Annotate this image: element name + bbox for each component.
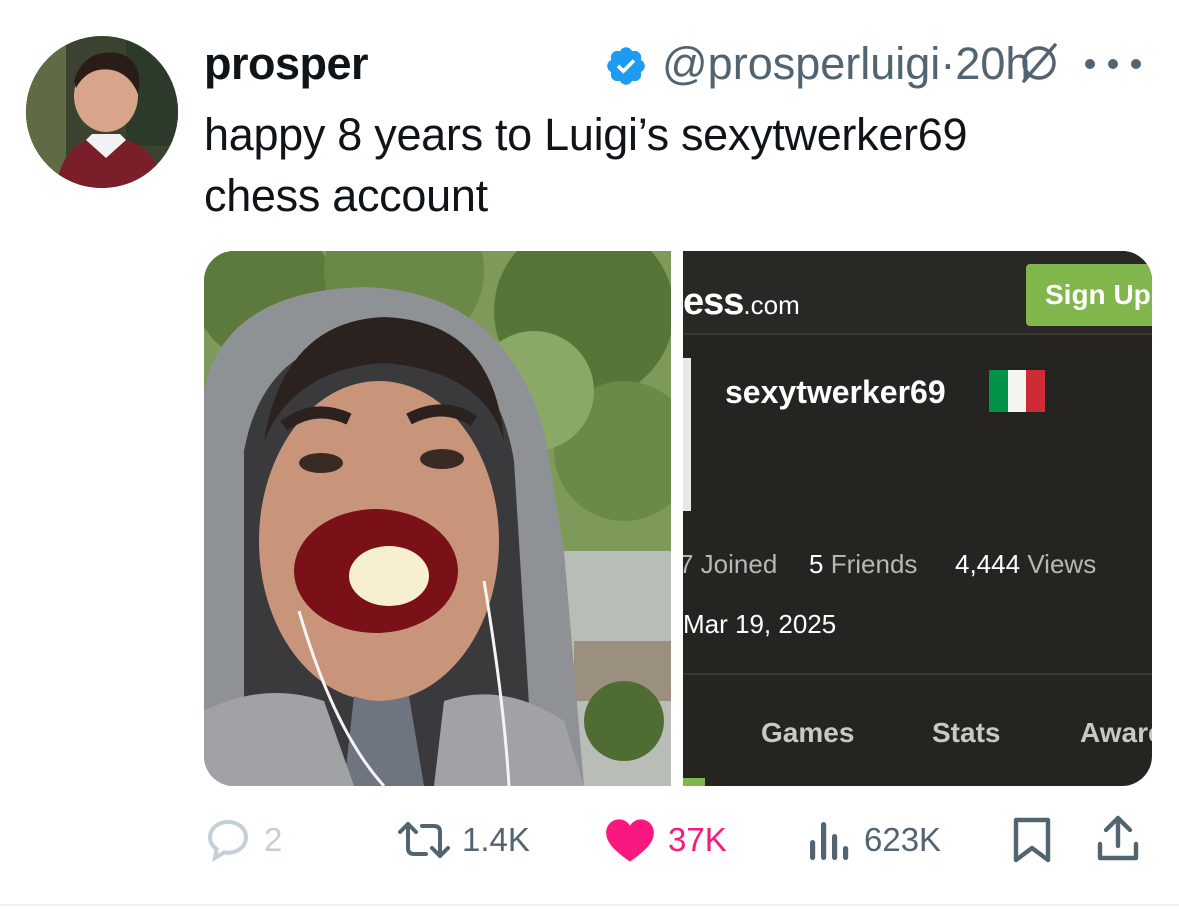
verified-badge-icon	[607, 47, 645, 85]
chess-top-bar: ess.com Sign Up	[683, 251, 1152, 335]
author-handle-and-time[interactable]: @prosperluigi·20h	[662, 38, 1030, 90]
chess-logo: ess.com	[683, 281, 800, 324]
reply-button[interactable]: 2	[204, 812, 282, 868]
retweet-count: 1.4K	[462, 821, 530, 858]
sign-up-button: Sign Up	[1026, 264, 1152, 326]
like-button[interactable]: 37K	[604, 812, 727, 868]
views-button[interactable]: 623K	[808, 812, 941, 868]
chess-joined-label: 7 Joined	[683, 549, 778, 579]
reply-count: 2	[264, 821, 283, 858]
chess-tab-indicator	[683, 778, 705, 786]
tweet-media: ess.com Sign Up sexytwerker69 7 Joined 5…	[204, 251, 1152, 786]
selfie-image	[204, 251, 671, 786]
views-icon	[810, 822, 849, 860]
reply-icon	[207, 819, 249, 863]
tweet-header: prosper @prosperluigi·20h	[204, 36, 1154, 92]
like-count: 37K	[668, 821, 727, 858]
chess-avatar-edge	[683, 358, 691, 511]
media-photo-selfie[interactable]	[204, 251, 671, 786]
tweet-text: happy 8 years to Luigi’s sexytwerker69 c…	[204, 104, 1134, 226]
chess-tab-games: Games	[761, 717, 855, 748]
media-chess-screenshot[interactable]: ess.com Sign Up sexytwerker69 7 Joined 5…	[683, 251, 1152, 786]
chess-logo-suffix: .com	[743, 290, 800, 320]
tweet-action-bar: 2 1.4K 37K 623K	[204, 812, 1154, 868]
chess-joined-date: Mar 19, 2025	[683, 609, 837, 639]
chess-tab-awards: Aware	[1080, 717, 1152, 748]
share-icon[interactable]	[1096, 814, 1140, 864]
author-handle: @prosperluigi	[662, 38, 941, 89]
views-label: Views	[1027, 549, 1097, 579]
author-name[interactable]: prosper	[204, 38, 369, 90]
retweet-icon	[398, 822, 450, 858]
views-count: 4,444	[955, 549, 1021, 579]
retweet-button[interactable]: 1.4K	[398, 812, 530, 868]
tweet-bottom-border	[0, 904, 1179, 906]
author-avatar[interactable]	[26, 36, 178, 188]
more-icon[interactable]	[1082, 56, 1144, 72]
chess-logo-main: ess	[683, 281, 744, 323]
separator-dot: ·	[940, 38, 956, 89]
chess-username: sexytwerker69	[725, 374, 946, 410]
heart-icon	[606, 819, 654, 862]
friends-count: 5	[809, 549, 824, 579]
italy-flag-icon	[987, 368, 1047, 414]
bookmark-icon[interactable]	[1012, 816, 1052, 864]
chess-tab-divider	[683, 673, 1152, 675]
views-count: 623K	[864, 821, 942, 858]
grok-icon[interactable]	[1017, 41, 1061, 85]
tweet-text-line-2: chess account	[204, 170, 488, 221]
chess-views-stat: 4,444 Views	[955, 549, 1096, 580]
chess-friends-stat: 5 Friends	[809, 549, 917, 580]
tweet-text-line-1: happy 8 years to Luigi’s sexytwerker69	[204, 109, 968, 160]
friends-label: Friends	[830, 549, 918, 579]
avatar-photo	[26, 36, 178, 188]
chess-tab-stats: Stats	[932, 717, 1001, 748]
